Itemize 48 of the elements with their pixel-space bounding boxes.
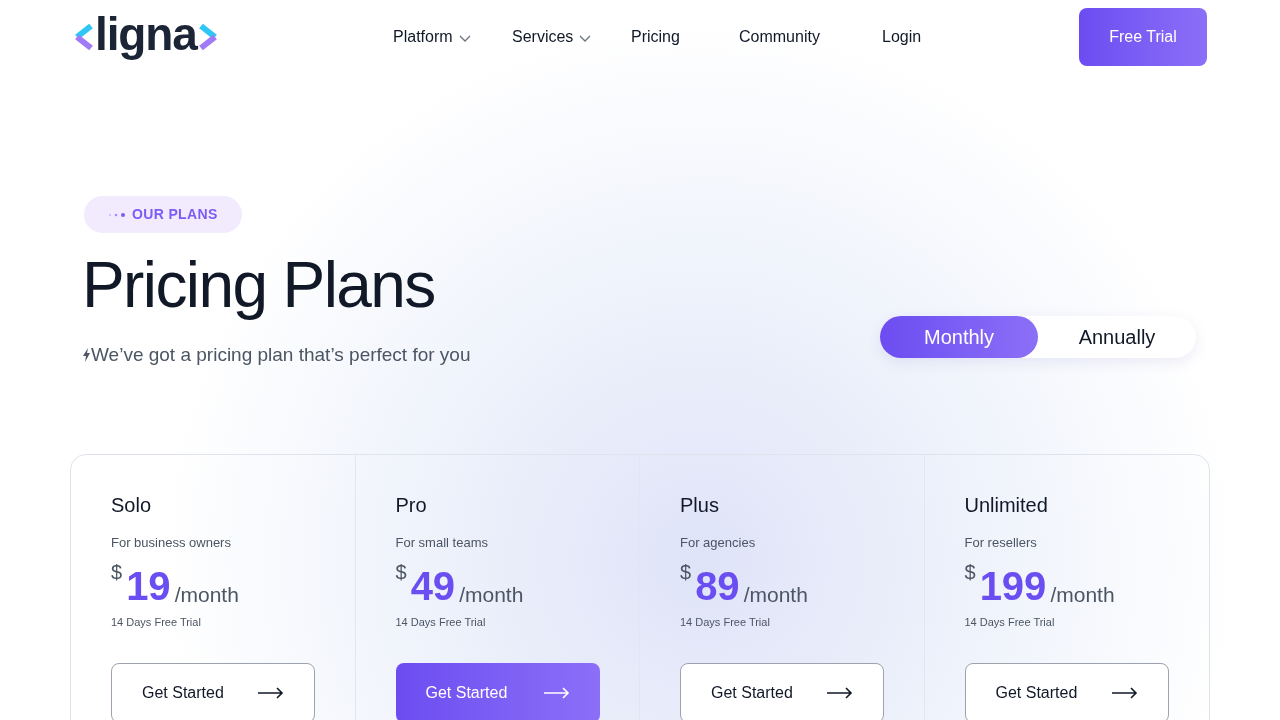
currency-symbol: $ [395,562,407,582]
arrow-right-icon [1111,686,1138,699]
logo-text: ligna [95,11,197,62]
plan-price: 49 [410,566,456,606]
billing-tab[interactable]: Monthly [880,316,1038,358]
plan-name: Pro [395,494,428,515]
plan-audience: For small teams [395,533,489,552]
currency-symbol: $ [111,562,123,582]
plan-name: Solo [111,494,153,515]
plan-price: 19 [126,566,171,606]
badge-text: OUR PLANS [132,205,218,224]
get-started-button[interactable]: Get Started [395,662,600,720]
get-started-button[interactable]: Get Started [680,662,884,720]
free-trial-button[interactable]: Free Trial [1079,8,1207,66]
nav-link[interactable]: Services [512,25,631,49]
nav-link[interactable]: Login [882,25,942,49]
nav-link[interactable]: Platform [393,25,512,49]
billing-tab[interactable]: Annually [1038,316,1196,358]
subtitle: We’ve got a pricing plan that’s perfect for you [91,343,471,367]
left-chevron-icon [73,22,93,52]
trial-note: 14 Days Free Trial [111,615,202,630]
currency-symbol: $ [680,562,692,582]
arrow-right-icon [827,686,853,699]
trial-note: 14 Days Free Trial [964,615,1056,630]
plan-audience: For resellers [964,533,1038,552]
logo[interactable]: ligna [73,11,219,63]
right-chevron-icon [198,22,219,52]
price-period: /month [1050,584,1115,606]
arrow-right-icon [258,686,284,699]
arrow-right-icon [543,686,570,699]
trial-note: 14 Days Free Trial [395,615,487,630]
nav-link[interactable]: Community [739,25,882,49]
lightning-icon [82,348,91,363]
nav-link[interactable]: Pricing [631,25,739,49]
plan-price: 199 [979,566,1047,606]
price-period: /month [743,584,808,606]
plan-audience: For business owners [111,533,232,552]
trial-note: 14 Days Free Trial [680,615,771,630]
get-started-button[interactable]: Get Started [964,662,1169,720]
plan-price: 89 [695,566,740,606]
price-period: /month [174,584,239,606]
plan-name: Plus [680,494,720,515]
get-started-button[interactable]: Get Started [111,662,315,720]
price-period: /month [459,584,524,606]
dots-icon [108,211,126,218]
plan-audience: For agencies [680,533,757,552]
plan-name: Unlimited [964,494,1049,515]
currency-symbol: $ [964,562,976,582]
